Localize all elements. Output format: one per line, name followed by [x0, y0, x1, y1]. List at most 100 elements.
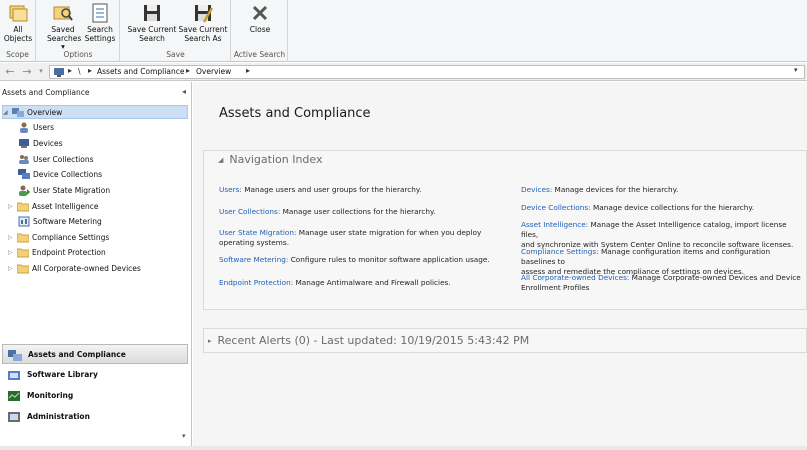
forward-button[interactable]: → — [19, 65, 35, 79]
group-label-options: Options — [63, 50, 93, 59]
saved-searches-button[interactable]: Saved Searches ▾ — [47, 2, 81, 52]
user-state-migration-icon — [19, 185, 30, 196]
collapsed-triangle-icon: ▷ — [8, 234, 13, 241]
nav-entry-software-metering: Software Metering: Configure rules to mo… — [219, 255, 490, 264]
nav-entry-endpoint-protection: Endpoint Protection: Manage Antimalware … — [219, 278, 451, 287]
search-settings-button[interactable]: Search Settings — [84, 2, 116, 43]
breadcrumb-assets-and-compliance[interactable]: Assets and Compliance — [97, 67, 184, 76]
nav-link-device-collections[interactable]: Device Collections: — [521, 203, 591, 212]
nav-link-devices[interactable]: Devices: — [521, 185, 552, 194]
tree-item-user-state-migration[interactable]: User State Migration — [18, 184, 110, 198]
navigation-pane: Assets and Compliance ◂ ◢ Overview Users … — [0, 82, 192, 450]
close-icon — [252, 5, 268, 21]
all-objects-button[interactable]: All Objects — [2, 2, 34, 43]
tree-item-compliance-settings[interactable]: ▷ Compliance Settings — [8, 231, 109, 245]
save-as-icon — [195, 5, 214, 23]
expanded-triangle-icon: ◢ — [3, 109, 8, 116]
workspace-scroll-icon[interactable]: ▾ — [182, 432, 186, 440]
folder-icon — [17, 202, 29, 211]
close-search-button[interactable]: Close — [244, 2, 276, 35]
address-dropdown-icon[interactable]: ▾ — [794, 66, 798, 74]
pane-title: Assets and Compliance — [2, 88, 90, 97]
nav-link-asset-intelligence[interactable]: Asset Intelligence: — [521, 220, 588, 229]
group-label-active-search: Active Search — [233, 50, 286, 59]
folder-icon — [17, 264, 29, 273]
expanded-triangle-icon: ◢ — [218, 156, 224, 164]
tree-item-users[interactable]: Users — [18, 121, 54, 135]
forward-arrow-icon: → — [22, 65, 32, 78]
history-dropdown[interactable]: ▾ — [36, 65, 46, 79]
breadcrumb-separator-icon: ▸ — [88, 66, 93, 75]
breadcrumb-separator-icon: ▸ — [246, 66, 251, 75]
overview-icon — [12, 107, 24, 117]
save-current-search-as-button[interactable]: Save Current Search As — [178, 2, 228, 43]
navigation-index-header[interactable]: ◢ Navigation Index — [218, 153, 323, 167]
software-library-icon — [8, 370, 20, 380]
address-bar: ← → ▾ ▸ \ ▸ Assets and Compliance ▸ Over… — [0, 63, 807, 81]
breadcrumb-separator-icon: ▸ — [186, 66, 191, 75]
collapse-pane-icon[interactable]: ◂ — [182, 87, 186, 96]
nav-entry-device-collections: Device Collections: Manage device collec… — [521, 203, 755, 212]
ribbon-group-options: Saved Searches ▾ Search Settings Options — [37, 0, 120, 62]
nav-link-endpoint-protection[interactable]: Endpoint Protection: — [219, 278, 293, 287]
nav-entry-devices: Devices: Manage devices for the hierarch… — [521, 185, 679, 194]
devices-icon — [19, 138, 29, 148]
nav-link-users[interactable]: Users: — [219, 185, 242, 194]
workspace-administration[interactable]: Administration — [2, 407, 188, 427]
tree-item-software-metering[interactable]: Software Metering — [18, 215, 102, 229]
nav-link-compliance-settings[interactable]: Compliance Settings: — [521, 247, 599, 256]
monitoring-icon — [8, 390, 20, 401]
tree-item-device-collections[interactable]: Device Collections — [18, 168, 102, 182]
nav-entry-asset-intelligence: Asset Intelligence: Manage the Asset Int… — [521, 220, 794, 249]
nav-link-user-collections[interactable]: User Collections: — [219, 207, 280, 216]
tree-item-all-corporate-owned-devices[interactable]: ▷ All Corporate-owned Devices — [8, 262, 141, 276]
console-root-icon — [54, 68, 64, 77]
software-metering-icon — [18, 216, 30, 226]
breadcrumb-separator-icon: ▸ — [68, 66, 73, 75]
ribbon-group-save: Save Current Search Save Current Search … — [121, 0, 231, 62]
back-button[interactable]: ← — [2, 65, 18, 79]
status-bar — [0, 446, 807, 450]
tree-item-endpoint-protection[interactable]: ▷ Endpoint Protection — [8, 246, 106, 260]
breadcrumb: ▸ \ ▸ Assets and Compliance ▸ Overview ▸… — [49, 65, 805, 79]
chevron-down-icon: ▾ — [39, 67, 43, 75]
nav-entry-user-collections: User Collections: Manage user collection… — [219, 207, 436, 216]
save-current-search-button[interactable]: Save Current Search — [127, 2, 177, 43]
back-arrow-icon: ← — [5, 65, 15, 78]
group-label-scope: Scope — [6, 50, 29, 59]
collapsed-triangle-icon: ▷ — [8, 203, 13, 210]
all-objects-icon — [9, 5, 28, 22]
search-settings-icon — [92, 3, 108, 23]
nav-link-all-corporate-owned-devices[interactable]: All Corporate-owned Devices: — [521, 273, 629, 282]
collapsed-triangle-icon: ▷ — [8, 265, 13, 272]
workspace-software-library[interactable]: Software Library — [2, 365, 188, 385]
navigation-index-panel: ◢ Navigation Index Users: Manage users an… — [203, 150, 807, 310]
device-collections-icon — [18, 168, 30, 179]
page-title: Assets and Compliance — [219, 106, 371, 121]
tree-item-devices[interactable]: Devices — [18, 137, 63, 151]
workspace-monitoring[interactable]: Monitoring — [2, 386, 188, 406]
breadcrumb-root[interactable]: \ — [78, 67, 81, 76]
save-icon — [144, 5, 160, 21]
nav-entry-user-state-migration: User State Migration: Manage user state … — [219, 228, 482, 247]
recent-alerts-header[interactable]: ▸ Recent Alerts (0) - Last updated: 10/19… — [208, 334, 529, 348]
nav-link-software-metering[interactable]: Software Metering: — [219, 255, 288, 264]
ribbon-group-active-search: Close Active Search — [232, 0, 288, 62]
ribbon: All Objects Scope Saved Searches ▾ Searc… — [0, 0, 807, 62]
tree-item-overview[interactable]: ◢ Overview — [2, 105, 188, 119]
assets-and-compliance-icon — [8, 349, 22, 361]
nav-entry-users: Users: Manage users and user groups for … — [219, 185, 422, 194]
administration-icon — [8, 411, 20, 422]
ribbon-group-scope: All Objects Scope — [0, 0, 36, 62]
users-icon — [20, 122, 28, 133]
folder-icon — [17, 248, 29, 257]
tree-item-user-collections[interactable]: User Collections — [18, 153, 93, 167]
recent-alerts-panel: ▸ Recent Alerts (0) - Last updated: 10/19… — [203, 328, 807, 353]
group-label-save: Save — [166, 50, 185, 59]
breadcrumb-overview[interactable]: Overview — [196, 67, 231, 76]
main-content: Assets and Compliance ◢ Navigation Index … — [193, 82, 807, 450]
nav-link-user-state-migration[interactable]: User State Migration: — [219, 228, 296, 237]
tree-item-asset-intelligence[interactable]: ▷ Asset Intelligence — [8, 200, 99, 214]
saved-searches-icon — [53, 6, 73, 21]
workspace-assets-and-compliance[interactable]: Assets and Compliance — [2, 344, 188, 364]
